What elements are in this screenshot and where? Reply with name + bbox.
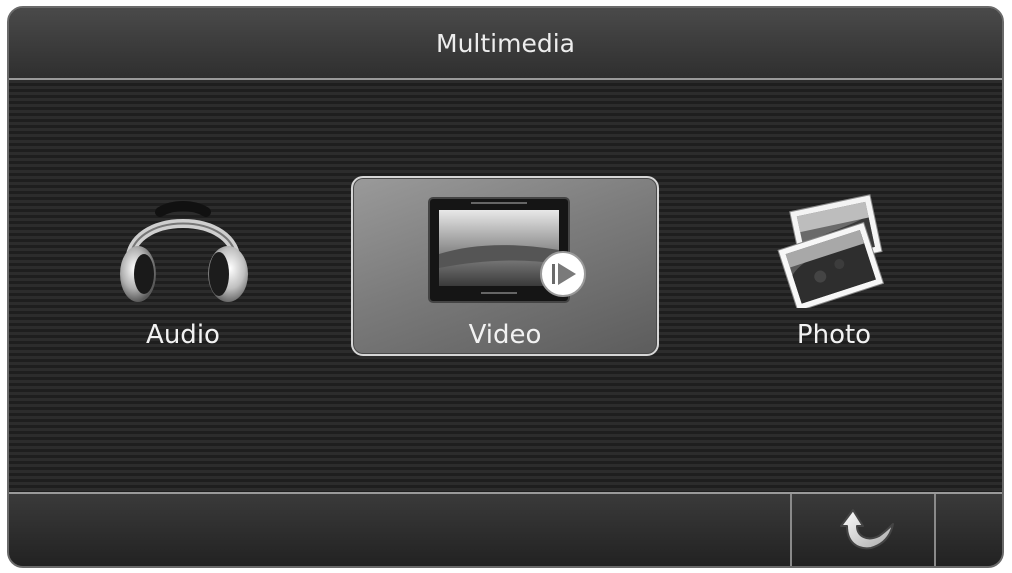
header-bar: Multimedia bbox=[9, 8, 1002, 80]
menu-area: Audio Video Photo bbox=[9, 80, 1002, 496]
back-button[interactable] bbox=[792, 494, 934, 566]
video-menu-item[interactable]: Video bbox=[351, 176, 659, 356]
footer-divider bbox=[934, 494, 936, 566]
video-player-icon bbox=[421, 194, 589, 310]
audio-menu-item[interactable]: Audio bbox=[29, 176, 337, 356]
photo-menu-item[interactable]: Photo bbox=[680, 176, 988, 356]
page-title: Multimedia bbox=[436, 28, 575, 58]
photos-icon bbox=[769, 192, 899, 312]
back-arrow-icon bbox=[827, 504, 899, 556]
video-label: Video bbox=[468, 320, 542, 350]
photo-label: Photo bbox=[796, 320, 872, 350]
multimedia-screen: Multimedia Audio Video Photo bbox=[7, 6, 1004, 568]
audio-label: Audio bbox=[146, 320, 220, 350]
footer-bar bbox=[9, 492, 1002, 566]
headphones-icon bbox=[108, 190, 258, 312]
